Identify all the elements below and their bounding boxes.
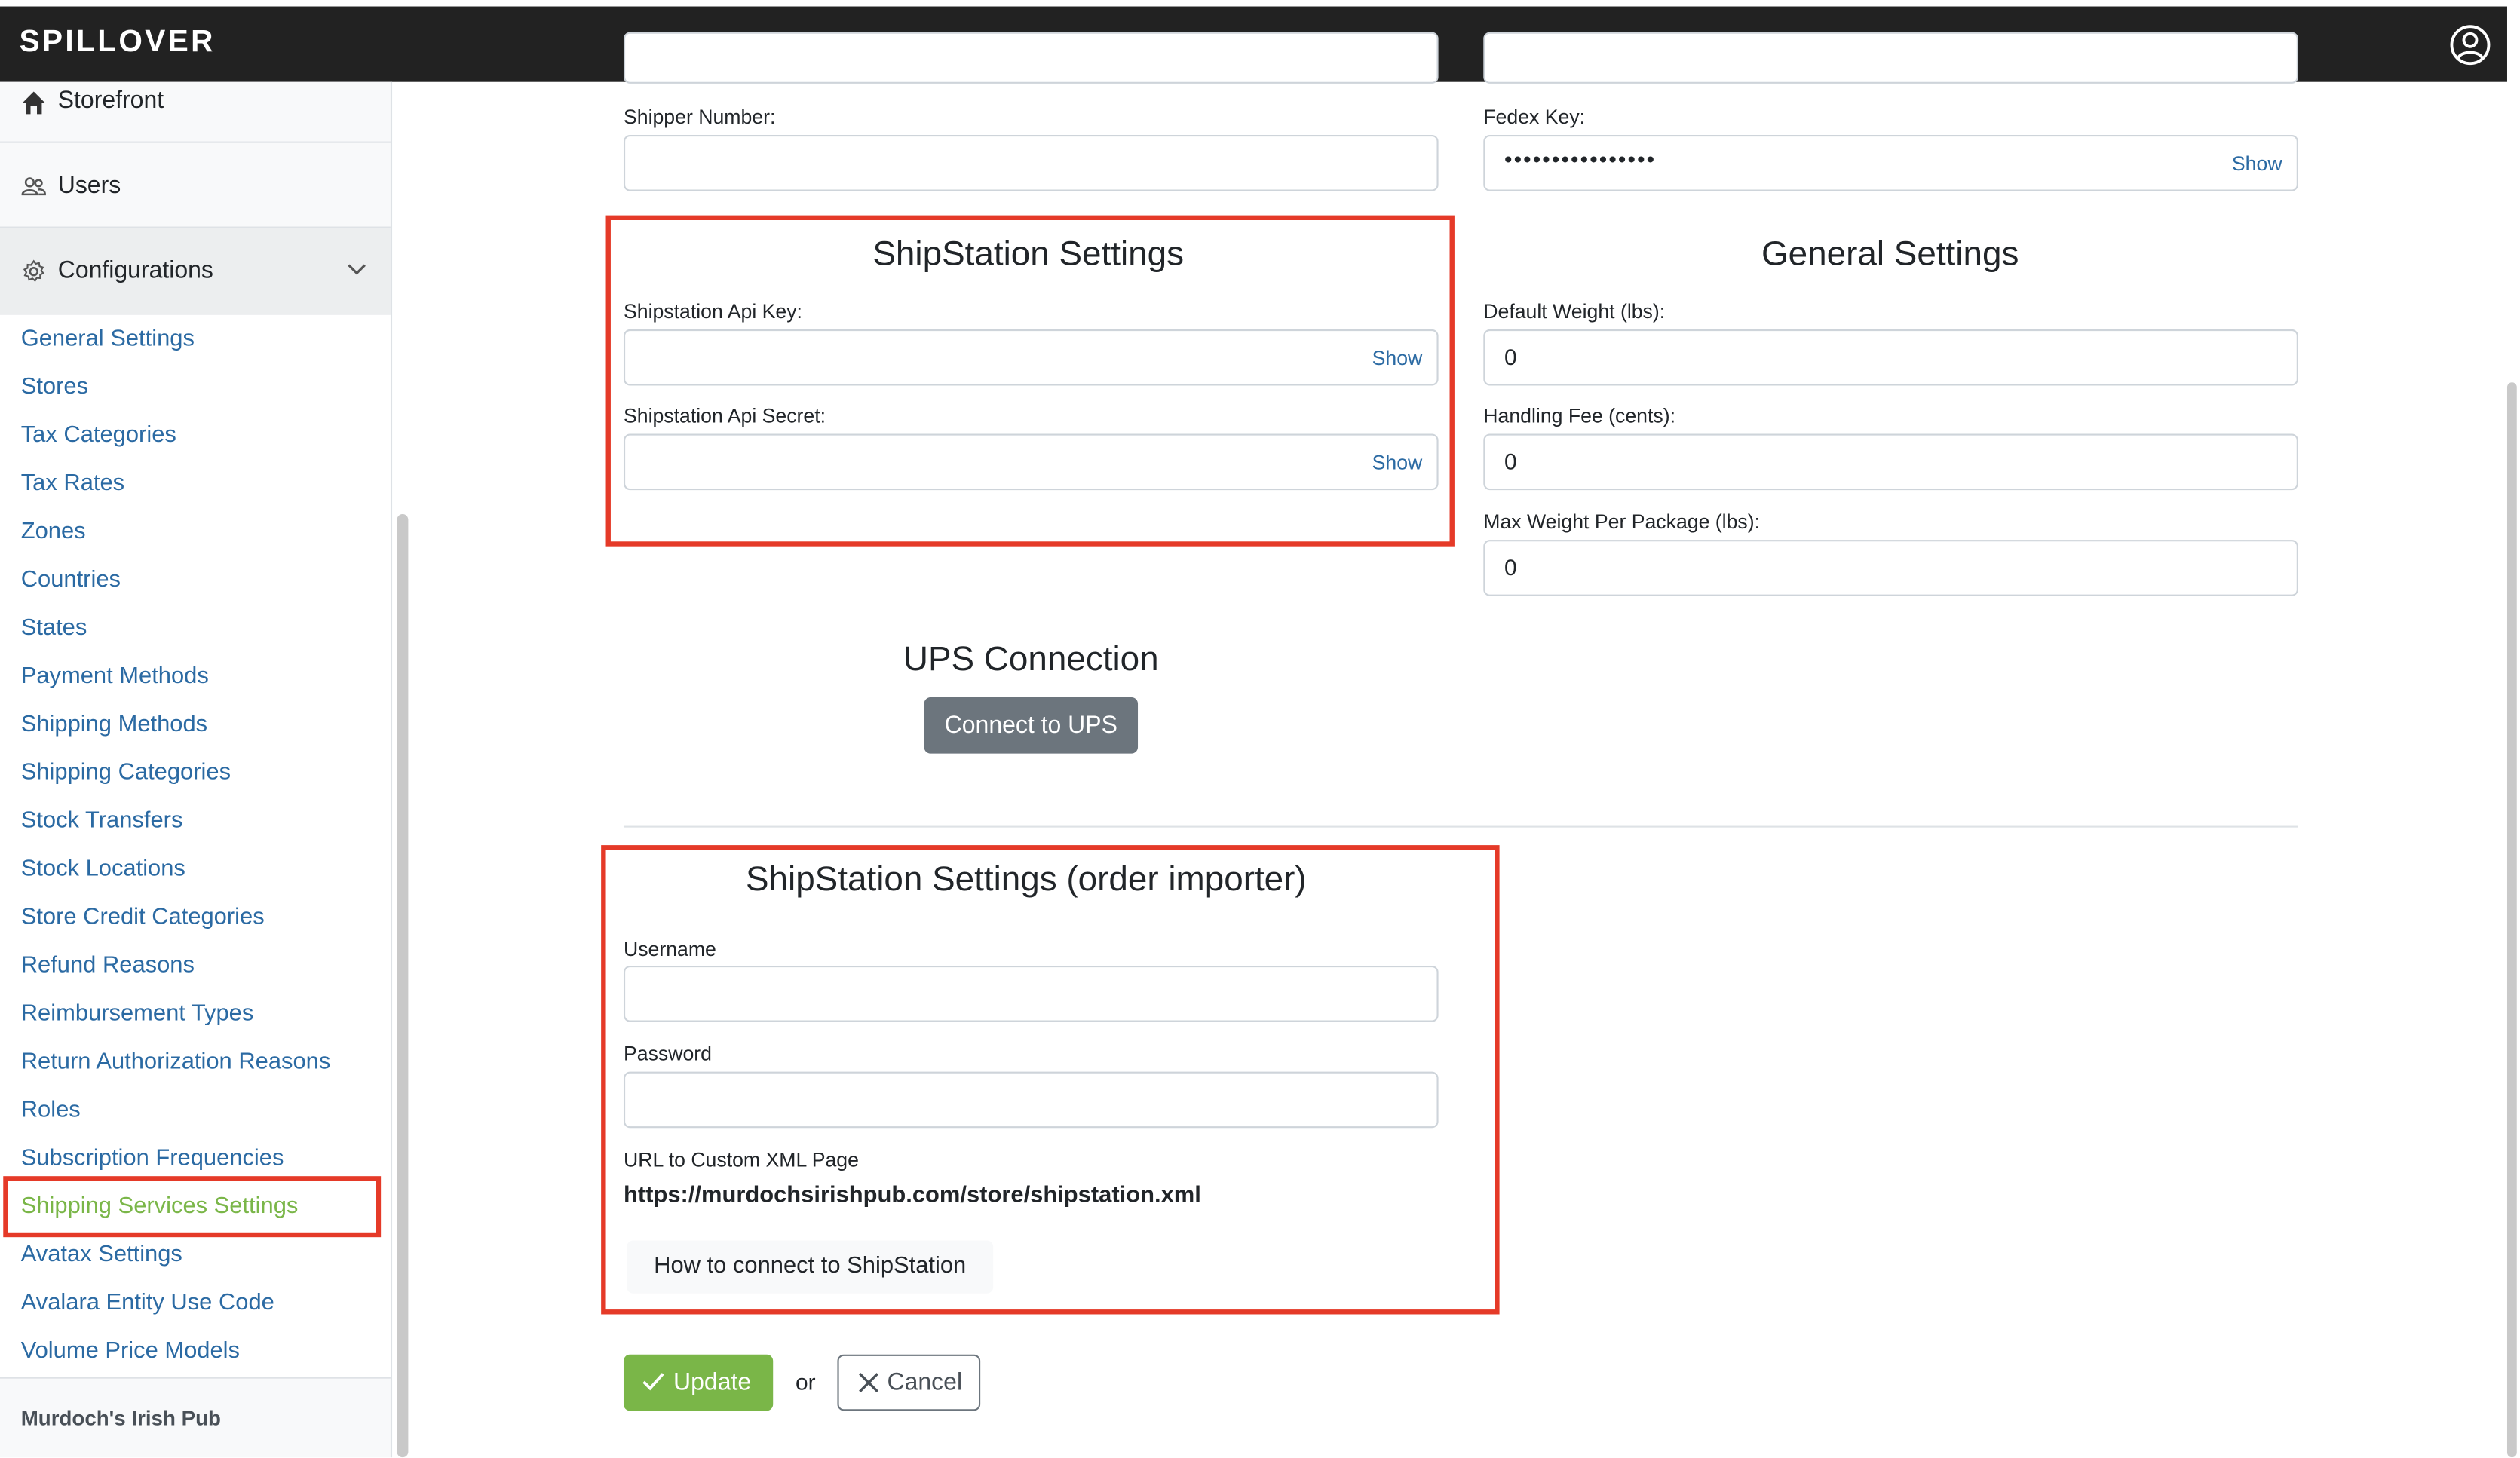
or-separator: or [796,1368,816,1395]
handling-fee-value: 0 [1504,448,1517,474]
sidebar-item-storefront[interactable]: Storefront [0,58,391,143]
how-to-connect-button[interactable]: How to connect to ShipStation [627,1240,994,1294]
max-weight-label: Max Weight Per Package (lbs): [1483,510,1761,534]
shipstation-api-secret-show-toggle[interactable]: Show [1372,452,1423,474]
default-weight-input[interactable]: 0 [1483,329,2298,386]
shipstation-api-key-label: Shipstation Api Key: [623,300,802,323]
general-settings-title: General Settings [1761,234,2019,274]
sidebar-item-configurations[interactable]: Configurations [0,228,391,317]
sidebar-item-label: Users [57,172,121,200]
cancel-button[interactable]: Cancel [837,1354,981,1411]
max-weight-value: 0 [1504,554,1517,580]
sidebar-link-zones[interactable]: Zones [21,519,86,544]
sidebar-link-stock-transfers[interactable]: Stock Transfers [21,808,183,834]
sidebar-item-label: Storefront [57,87,164,115]
sidebar-link-reimbursement-types[interactable]: Reimbursement Types [21,1001,254,1027]
spillover-logo[interactable]: SPILLOVER [20,26,216,61]
sidebar-link-volume-price-models[interactable]: Volume Price Models [21,1338,240,1364]
shipper-number-label: Shipper Number: [623,106,776,129]
ups-connection-title: UPS Connection [903,639,1159,678]
shipper-number-input[interactable] [623,135,1439,191]
sidebar-link-avalara-entity-use-code[interactable]: Avalara Entity Use Code [21,1291,274,1316]
close-icon [859,1373,878,1392]
sidebar-link-general-settings[interactable]: General Settings [21,326,195,352]
sidebar-link-shipping-categories[interactable]: Shipping Categories [21,760,231,786]
main-scrollbar[interactable] [2506,382,2517,1458]
username-label: Username [623,938,716,961]
handling-fee-input[interactable]: 0 [1483,433,2298,491]
sidebar-link-shipping-methods[interactable]: Shipping Methods [21,712,207,737]
sidebar-item-users[interactable]: Users [0,143,391,228]
users-icon [21,177,46,196]
sidebar-link-countries[interactable]: Countries [21,567,121,593]
username-input[interactable] [623,965,1439,1022]
sidebar-link-refund-reasons[interactable]: Refund Reasons [21,953,195,979]
sidebar-item-label: Configurations [57,257,213,285]
sidebar-link-store-credit-categories[interactable]: Store Credit Categories [21,905,265,930]
previous-input-partial[interactable] [623,32,1439,84]
xml-url-label: URL to Custom XML Page [623,1148,859,1172]
sidebar: Storefront Users Configurations General … [0,81,393,1458]
top-strip [0,0,2520,7]
chevron-down-icon[interactable] [347,264,366,277]
sidebar-scrollbar[interactable] [397,514,409,1458]
user-account-icon[interactable] [2449,24,2491,66]
fedex-key-masked-value: •••••••••••••••• [1504,145,1657,173]
sidebar-link-return-authorization-reasons[interactable]: Return Authorization Reasons [21,1049,331,1075]
sidebar-link-roles[interactable]: Roles [21,1098,81,1123]
sidebar-link-states[interactable]: States [21,615,87,641]
sidebar-link-stores[interactable]: Stores [21,375,88,400]
shipstation-api-secret-label: Shipstation Api Secret: [623,405,826,427]
fedex-key-input[interactable]: •••••••••••••••• Show [1483,135,2298,191]
check-icon [642,1373,664,1391]
section-divider [623,825,2298,828]
shipstation-api-key-input[interactable]: Show [623,329,1439,386]
default-weight-label: Default Weight (lbs): [1483,300,1666,323]
update-button[interactable]: Update [623,1354,774,1411]
sidebar-link-subscription-frequencies[interactable]: Subscription Frequencies [21,1146,284,1172]
password-label: Password [623,1043,712,1066]
fedex-key-show-toggle[interactable]: Show [2232,152,2282,175]
password-input[interactable] [623,1071,1439,1129]
gear-icon [23,259,44,282]
shipstation-api-secret-input[interactable]: Show [623,433,1439,491]
sidebar-link-tax-categories[interactable]: Tax Categories [21,423,176,449]
sidebar-link-tax-rates[interactable]: Tax Rates [21,471,124,497]
home-icon [22,91,45,115]
update-button-label: Update [673,1368,752,1397]
cancel-button-label: Cancel [887,1368,963,1397]
handling-fee-label: Handling Fee (cents): [1483,405,1676,427]
sidebar-link-payment-methods[interactable]: Payment Methods [21,663,209,689]
fedex-key-label: Fedex Key: [1483,106,1586,129]
connect-to-ups-button[interactable]: Connect to UPS [924,697,1139,754]
shipstation-api-key-show-toggle[interactable]: Show [1372,347,1423,369]
app-stage: SPILLOVER Storefront Users Configuration… [0,0,2520,1458]
max-weight-input[interactable]: 0 [1483,540,2298,596]
shipstation-settings-title: ShipStation Settings [872,234,1185,274]
order-importer-title: ShipStation Settings (order importer) [745,859,1307,899]
default-weight-value: 0 [1504,344,1517,370]
previous-input-partial-right[interactable] [1483,32,2298,84]
xml-url-value: https://murdochsirishpub.com/store/ships… [623,1182,1201,1208]
sidebar-link-avatax-settings[interactable]: Avatax Settings [21,1242,182,1268]
store-name: Murdoch's Irish Pub [20,1405,221,1430]
sidebar-link-stock-locations[interactable]: Stock Locations [21,856,185,882]
highlight-active-sidebar-link [3,1176,382,1238]
